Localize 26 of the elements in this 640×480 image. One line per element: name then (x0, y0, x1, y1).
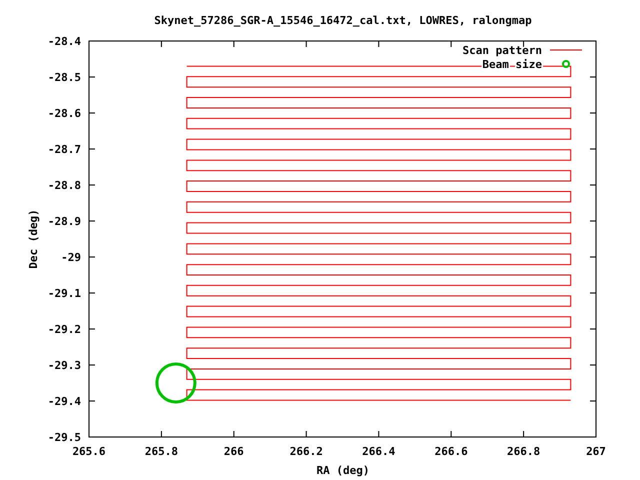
tick-label: -29.4 (48, 395, 81, 408)
tick-label: -29.5 (48, 431, 81, 444)
axis-label: RA (deg) (316, 464, 370, 477)
tick-label: -29.1 (48, 287, 81, 300)
legend-marker (562, 60, 570, 68)
axis-label: Dec (deg) (27, 209, 40, 269)
tick-label: -28.4 (48, 35, 81, 48)
chart-title: Skynet_57286_SGR-A_15546_16472_cal.txt, LOWRES, ralongmap (154, 14, 532, 27)
tick-label: -28.6 (48, 107, 81, 120)
tick-label: -28.7 (48, 143, 81, 156)
tick-label: -29 (61, 251, 81, 264)
tick-label: 266.8 (507, 445, 540, 458)
tick-label: -29.3 (48, 359, 81, 372)
tick-label: 266.2 (290, 445, 323, 458)
tick-label: 266.4 (362, 445, 396, 458)
tick-label: 267 (586, 445, 606, 458)
tick-label: -29.2 (48, 323, 81, 336)
tick-label: -28.5 (48, 71, 81, 84)
tick-label: -28.9 (48, 215, 81, 228)
tick-label: 266.6 (434, 445, 468, 458)
tick-label: 266 (224, 445, 244, 458)
tick-label: 265.6 (72, 445, 106, 458)
tick-label: -28.8 (48, 179, 81, 192)
legend-label: Scan pattern (462, 44, 542, 57)
beam-circle (155, 362, 196, 404)
tick-label: 265.8 (144, 445, 178, 458)
